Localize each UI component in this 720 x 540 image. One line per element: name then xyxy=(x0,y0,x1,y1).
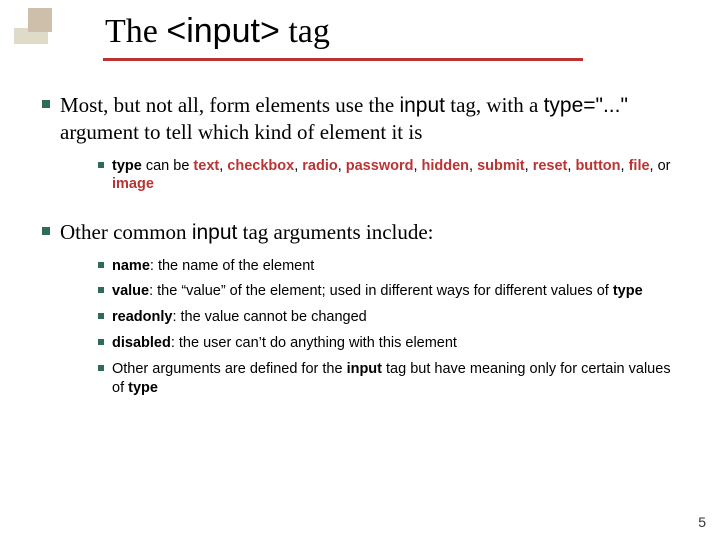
kw-submit: submit xyxy=(477,158,525,174)
bullet-1: Most, but not all, form elements use the… xyxy=(42,92,682,201)
t: , xyxy=(338,158,346,174)
kw-value: value xyxy=(112,283,149,299)
square-bullet-icon xyxy=(42,100,50,108)
kw-password: password xyxy=(346,158,414,174)
square-bullet-icon xyxy=(98,339,104,345)
square-bullet-icon xyxy=(42,227,50,235)
b2-text-c: tag arguments include: xyxy=(237,220,433,244)
kw-type3: type xyxy=(128,380,158,396)
t: : the “value” of the element; used in di… xyxy=(149,283,613,299)
bullet-2-1: name: the name of the element xyxy=(98,257,682,276)
kw-type2: type xyxy=(613,283,643,299)
kw-name: name xyxy=(112,258,150,274)
kw-input2: input xyxy=(347,361,382,377)
kw-text: text xyxy=(193,158,219,174)
t: : the value cannot be changed xyxy=(172,309,366,325)
b2-text-a: Other common xyxy=(60,220,192,244)
kw-image: image xyxy=(112,176,154,192)
b1-code-input: input xyxy=(399,94,445,117)
bullet-2-2: value: the “value” of the element; used … xyxy=(98,282,682,301)
bullet-2: Other common input tag arguments include… xyxy=(42,219,682,404)
slide-body: Most, but not all, form elements use the… xyxy=(42,92,682,423)
title-part-1: The xyxy=(105,13,166,50)
b1-text-e: argument to tell which kind of element i… xyxy=(60,120,422,144)
bullet-2-3: readonly: the value cannot be changed xyxy=(98,308,682,327)
t: , xyxy=(469,158,477,174)
kw-button: button xyxy=(575,158,620,174)
kw-file: file xyxy=(629,158,650,174)
title-code: <input> xyxy=(166,12,279,50)
t: : the name of the element xyxy=(150,258,314,274)
bullet-2-4: disabled: the user can’t do anything wit… xyxy=(98,334,682,353)
t: , or xyxy=(650,158,671,174)
kw-hidden: hidden xyxy=(422,158,470,174)
square-bullet-icon xyxy=(98,162,104,168)
kw-disabled: disabled xyxy=(112,335,171,351)
title-underline xyxy=(103,58,583,61)
kw-checkbox: checkbox xyxy=(227,158,294,174)
t: , xyxy=(413,158,421,174)
kw-reset: reset xyxy=(533,158,568,174)
t: Other arguments are defined for the xyxy=(112,361,347,377)
kw-readonly: readonly xyxy=(112,309,172,325)
b1-text-a: Most, but not all, form elements use the xyxy=(60,93,399,117)
kw-type: type xyxy=(112,158,142,174)
square-bullet-icon xyxy=(98,313,104,319)
page-number: 5 xyxy=(698,514,706,530)
t: : the user can’t do anything with this e… xyxy=(171,335,457,351)
square-bullet-icon xyxy=(98,262,104,268)
title-part-2: tag xyxy=(280,13,330,50)
bullet-2-5: Other arguments are defined for the inpu… xyxy=(98,360,682,398)
b1-text-c: tag, with a xyxy=(445,93,544,117)
b2-code-input: input xyxy=(192,221,238,244)
b1-code-type: type="..." xyxy=(544,94,628,117)
bullet-1-1: type can be text, checkbox, radio, passw… xyxy=(98,157,682,195)
kw-radio: radio xyxy=(302,158,337,174)
slide-title: The <input> tag xyxy=(105,12,330,51)
t: can be xyxy=(142,158,194,174)
t: , xyxy=(621,158,629,174)
t: , xyxy=(525,158,533,174)
square-bullet-icon xyxy=(98,365,104,371)
title-decoration-front xyxy=(28,8,52,32)
square-bullet-icon xyxy=(98,287,104,293)
